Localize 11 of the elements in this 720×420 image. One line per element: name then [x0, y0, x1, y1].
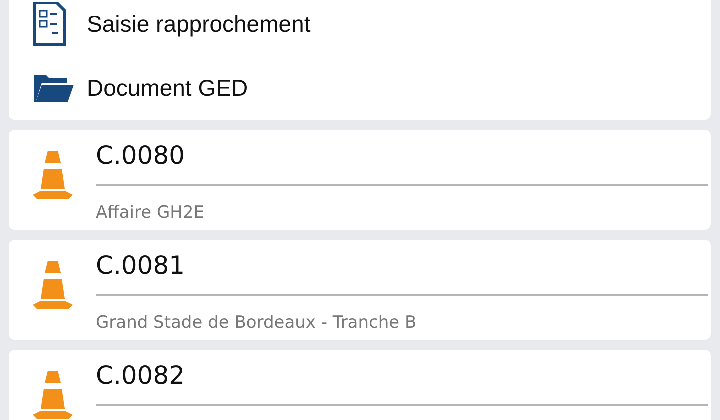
- menu-item[interactable]: Document GED: [87, 74, 248, 102]
- project-card[interactable]: C.0080 Affaire GH2E: [9, 130, 711, 230]
- project-card[interactable]: C.0082: [9, 350, 711, 420]
- project-card[interactable]: C.0081 Grand Stade de Bordeaux - Tranche B: [9, 240, 711, 340]
- project-name: Affaire GH2E: [96, 202, 204, 225]
- project-code: C.0081: [96, 250, 186, 282]
- project-name: Grand Stade de Bordeaux - Tranche B: [96, 312, 417, 335]
- folder-icon: [33, 73, 75, 103]
- project-code: C.0080: [96, 140, 186, 172]
- project-code: C.0082: [96, 360, 186, 392]
- menu-item[interactable]: Saisie rapprochement: [87, 10, 311, 38]
